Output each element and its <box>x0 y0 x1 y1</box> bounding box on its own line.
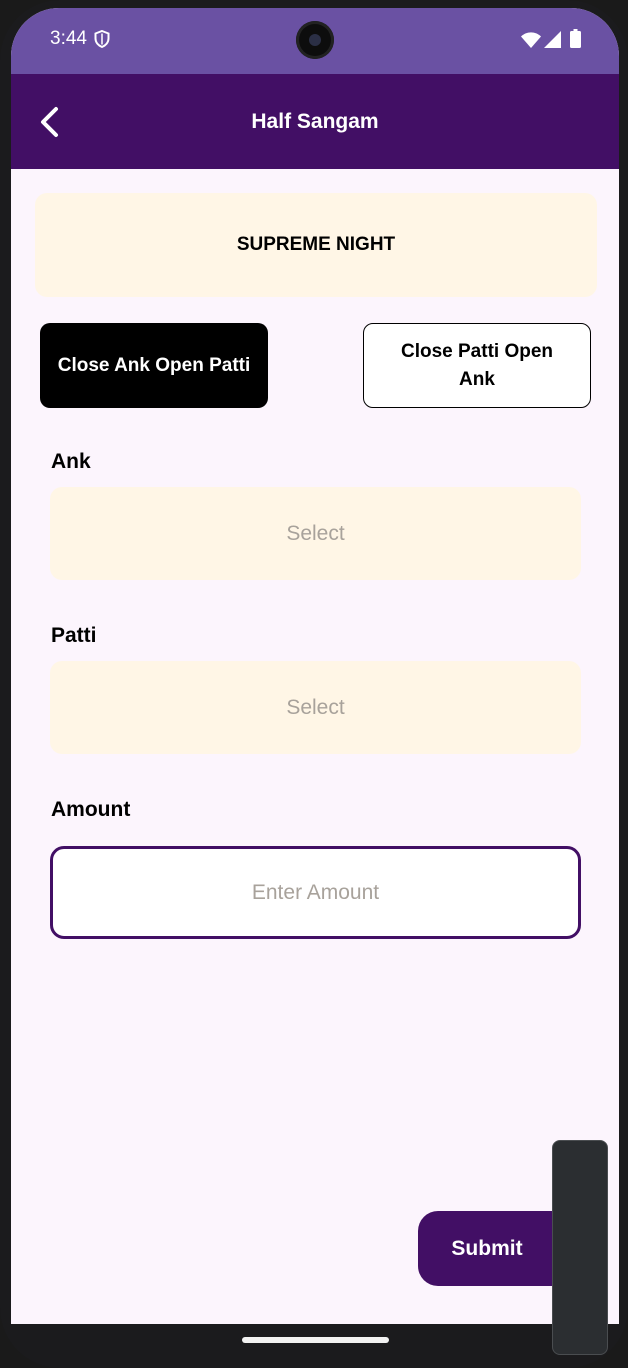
device-frame: 3:44 Half Sangam SUPREME NIGHT Close Ank… <box>0 0 628 1368</box>
close-patti-open-ank-button[interactable]: Close Patti Open Ank <box>363 323 591 408</box>
close-ank-open-patti-label: Close Ank Open Patti <box>57 354 251 376</box>
home-indicator[interactable] <box>242 1337 389 1343</box>
signal-icon <box>544 31 561 48</box>
wifi-icon <box>521 32 541 48</box>
amount-input[interactable]: Enter Amount <box>50 846 581 939</box>
amount-placeholder: Enter Amount <box>251 880 380 904</box>
camera-cutout <box>296 21 334 59</box>
patti-select-placeholder: Select <box>286 695 345 719</box>
floating-side-panel[interactable] <box>552 1140 608 1355</box>
game-name: SUPREME NIGHT <box>236 234 396 255</box>
close-ank-open-patti-button[interactable]: Close Ank Open Patti <box>40 323 268 408</box>
ank-select-placeholder: Select <box>286 521 345 545</box>
close-patti-open-ank-label: Close Patti Open Ank <box>400 340 554 390</box>
status-bar: 3:44 <box>11 8 619 74</box>
battery-icon <box>570 29 581 48</box>
submit-label: Submit <box>451 1236 523 1260</box>
shield-icon <box>94 30 110 48</box>
amount-label: Amount <box>51 798 131 821</box>
page-title: Half Sangam <box>251 110 379 133</box>
ank-label: Ank <box>51 450 91 473</box>
game-name-card: SUPREME NIGHT <box>35 193 597 297</box>
status-time: 3:44 <box>50 28 87 49</box>
app-bar: Half Sangam <box>11 74 619 169</box>
ank-select[interactable]: Select <box>50 487 581 580</box>
screen: 3:44 Half Sangam SUPREME NIGHT Close Ank… <box>11 8 619 1324</box>
patti-label: Patti <box>51 624 97 647</box>
back-icon[interactable] <box>38 106 60 138</box>
patti-select[interactable]: Select <box>50 661 581 754</box>
